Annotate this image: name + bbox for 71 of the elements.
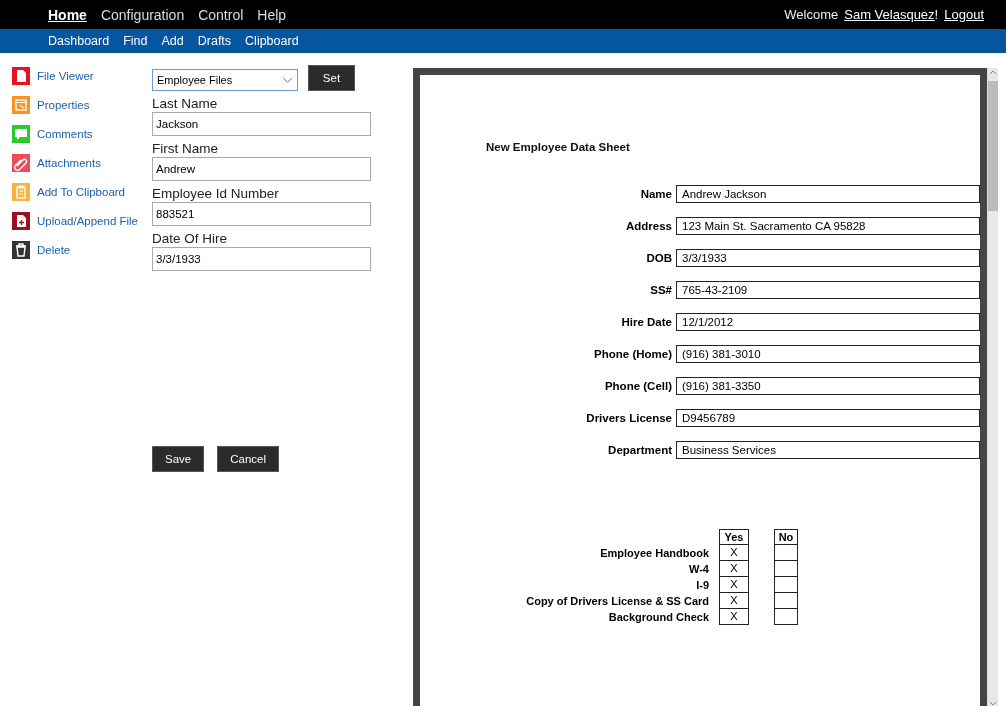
- scrollbar[interactable]: [987, 68, 998, 706]
- table-cell: [774, 609, 798, 625]
- sidebar-link[interactable]: Add To Clipboard: [37, 186, 125, 198]
- column-header: Yes: [719, 529, 749, 545]
- submenu-item[interactable]: Clipboard: [245, 34, 299, 48]
- table-cell: X: [719, 561, 749, 577]
- checklist-label: I-9: [695, 578, 709, 593]
- checklist-label: W-4: [688, 562, 709, 577]
- menu-item[interactable]: Home: [48, 6, 87, 23]
- set-button[interactable]: Set: [308, 65, 355, 91]
- menu-item[interactable]: Help: [257, 6, 287, 23]
- document-field-label: Department: [607, 444, 672, 456]
- input-field[interactable]: 3/3/1933: [152, 247, 371, 271]
- input-field[interactable]: 883521: [152, 202, 371, 226]
- welcome-text: Welcome: [784, 7, 839, 22]
- menu-item[interactable]: Configuration: [100, 6, 185, 23]
- table-cell: X: [719, 609, 749, 625]
- field-label: Last Name: [152, 95, 219, 112]
- submenu-item[interactable]: Add: [161, 34, 184, 48]
- document-field-label: Hire Date: [620, 316, 672, 328]
- table-cell: X: [719, 577, 749, 593]
- document-field-label: Drivers License: [585, 412, 672, 424]
- document-field-value: (916) 381-3010: [676, 345, 980, 363]
- field-label: Employee Id Number: [152, 185, 280, 202]
- submenu-item[interactable]: Dashboard: [48, 34, 110, 48]
- exclamation-text: !: [934, 7, 939, 22]
- field-label: First Name: [152, 140, 219, 157]
- document-title: New Employee Data Sheet: [486, 141, 631, 153]
- document-field-label: Address: [624, 220, 672, 232]
- document-field-label: SS#: [649, 284, 672, 296]
- document-field-label: Phone (Cell): [603, 380, 672, 392]
- caret-icon: [282, 76, 293, 84]
- document-field-label: Name: [639, 188, 672, 200]
- document-field-value: D9456789: [676, 409, 980, 427]
- menu-item[interactable]: Control: [198, 6, 244, 23]
- table-cell: X: [719, 593, 749, 609]
- document-field-value: 123 Main St. Sacramento CA 95828: [676, 217, 980, 235]
- sidebar-link[interactable]: File Viewer: [37, 70, 94, 82]
- document-field-label: DOB: [645, 252, 672, 264]
- sidebar-link[interactable]: Upload/Append File: [37, 215, 138, 227]
- sidebar-link[interactable]: Comments: [37, 128, 93, 140]
- input-field[interactable]: Jackson: [152, 112, 371, 136]
- scroll-thumb[interactable]: [988, 81, 998, 211]
- document-field-value: Business Services: [676, 441, 980, 459]
- form-button[interactable]: Save: [152, 446, 205, 472]
- user-name-link[interactable]: Sam Velasquez: [844, 7, 935, 22]
- form-button[interactable]: Cancel: [217, 446, 280, 472]
- sidebar-link[interactable]: Delete: [37, 244, 71, 256]
- document-field-label: Phone (Home): [593, 348, 672, 360]
- document-field-value: 12/1/2012: [676, 313, 980, 331]
- logout-link[interactable]: Logout: [944, 7, 984, 22]
- submenu-item[interactable]: Drafts: [197, 34, 232, 48]
- input-field[interactable]: Andrew: [152, 157, 371, 181]
- document-field-value: 3/3/1933: [676, 249, 980, 267]
- table-cell: [774, 561, 798, 577]
- table-cell: [774, 577, 798, 593]
- submenu-item[interactable]: Find: [123, 34, 148, 48]
- file-type-dropdown[interactable]: Employee Files: [152, 69, 298, 91]
- sidebar-link[interactable]: Properties: [37, 99, 90, 111]
- field-label: Date Of Hire: [152, 230, 229, 247]
- table-cell: [774, 593, 798, 609]
- table-cell: [774, 545, 798, 561]
- checklist-label: Background Check: [607, 610, 709, 625]
- checklist-label: Copy of Drivers License & SS Card: [525, 594, 709, 609]
- table-cell: X: [719, 545, 749, 561]
- document-field-value: Andrew Jackson: [676, 185, 980, 203]
- checklist-label: Employee Handbook: [599, 546, 709, 561]
- document-field-value: 765-43-2109: [676, 281, 980, 299]
- document-field-value: (916) 381-3350: [676, 377, 980, 395]
- sidebar-link[interactable]: Attachments: [37, 157, 101, 169]
- column-header: No: [774, 529, 798, 545]
